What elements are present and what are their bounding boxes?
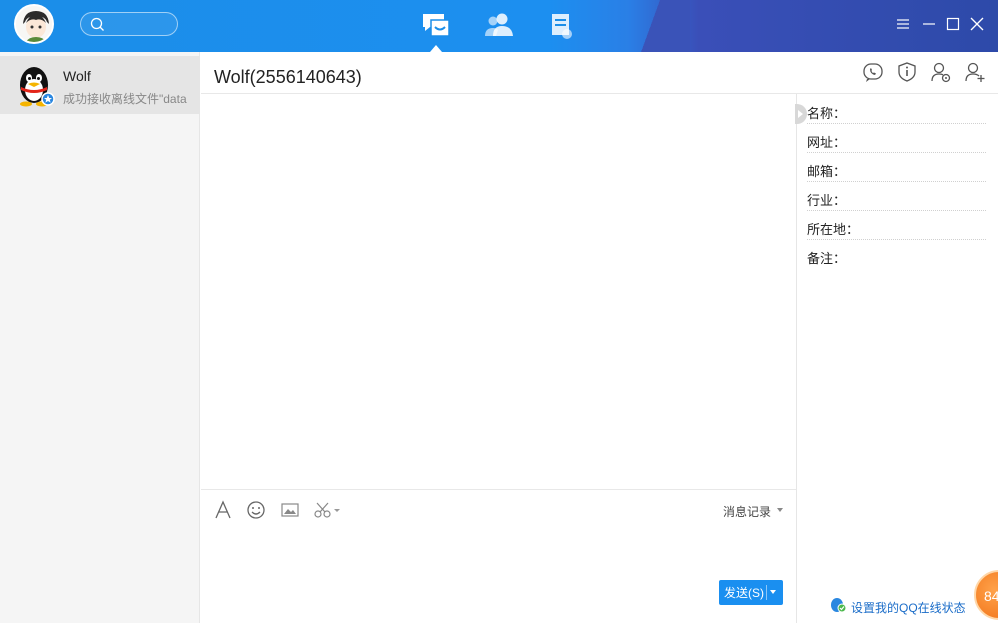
- contact-last-message: 成功接收离线文件"data: [63, 92, 187, 106]
- message-input[interactable]: [201, 525, 796, 575]
- badge-count: 84: [984, 588, 998, 604]
- maximize-button[interactable]: [944, 15, 962, 33]
- chevron-down-icon: [777, 508, 783, 512]
- message-area[interactable]: [201, 94, 796, 489]
- image-button[interactable]: [280, 500, 300, 520]
- font-icon: [215, 500, 231, 519]
- info-label: 备注：: [807, 251, 847, 266]
- font-button[interactable]: [213, 500, 233, 520]
- search-input[interactable]: [80, 12, 178, 36]
- conversation-list: Wolf 成功接收离线文件"data: [0, 52, 200, 623]
- menu-button[interactable]: [894, 15, 912, 33]
- info-label: 网址：: [807, 135, 847, 150]
- menu-icon: [897, 19, 909, 29]
- contact-name: Wolf: [63, 68, 91, 84]
- document-icon: [552, 14, 572, 39]
- info-label: 名称：: [807, 106, 847, 121]
- search-icon: [90, 17, 104, 31]
- list-item[interactable]: Wolf 成功接收离线文件"data: [0, 56, 200, 114]
- user-settings-icon: [931, 62, 951, 83]
- topbar-decoration: [620, 0, 690, 52]
- notification-badge[interactable]: 84: [974, 570, 998, 620]
- tab-groups[interactable]: [546, 10, 578, 42]
- info-label: 所在地：: [807, 222, 860, 237]
- info-row-email: 邮箱：: [807, 153, 986, 182]
- chat-title: Wolf(2556140643): [214, 67, 362, 87]
- user-avatar[interactable]: [14, 4, 54, 44]
- image-icon: [281, 503, 299, 517]
- scissors-icon: [314, 502, 340, 518]
- chat-bubble-icon: [423, 14, 450, 37]
- info-panel-divider: [796, 94, 797, 623]
- input-divider: [201, 489, 796, 490]
- add-user-icon: [965, 62, 985, 82]
- qq-penguin-icon: [20, 67, 55, 107]
- contact-avatar: [14, 63, 56, 107]
- send-divider: [766, 585, 767, 600]
- collapse-panel-button[interactable]: [795, 104, 807, 124]
- send-options-chevron-icon[interactable]: [770, 590, 776, 594]
- contacts-icon: [485, 13, 513, 36]
- minimize-button[interactable]: [920, 15, 938, 33]
- add-user-button[interactable]: [964, 61, 986, 83]
- send-button[interactable]: 发送(S): [719, 580, 783, 605]
- smiley-icon: [247, 501, 265, 519]
- minimize-icon: [923, 23, 935, 25]
- online-status-icon: [829, 597, 847, 613]
- info-row-remark: 备注：: [807, 240, 986, 269]
- emoji-button[interactable]: [246, 500, 266, 520]
- set-online-status-link[interactable]: 设置我的QQ在线状态: [851, 599, 966, 616]
- info-row-industry: 行业：: [807, 182, 986, 211]
- maximize-icon: [946, 17, 960, 31]
- shield-info-icon: [898, 62, 916, 82]
- tab-contacts[interactable]: [483, 10, 515, 42]
- tab-messages[interactable]: [420, 10, 452, 42]
- friend-settings-button[interactable]: [930, 61, 952, 83]
- active-tab-indicator: [430, 45, 442, 52]
- screenshot-button[interactable]: [313, 500, 343, 520]
- info-row-name: 名称：: [807, 95, 986, 124]
- info-row-location: 所在地：: [807, 211, 986, 240]
- security-button[interactable]: [896, 61, 918, 83]
- send-label: 发送(S): [724, 586, 764, 600]
- message-history-button[interactable]: 消息记录: [723, 503, 771, 520]
- phone-icon: [863, 63, 883, 82]
- info-label: 邮箱：: [807, 164, 847, 179]
- close-icon: [970, 17, 984, 31]
- info-label: 行业：: [807, 193, 847, 208]
- close-button[interactable]: [968, 15, 986, 33]
- voice-call-button[interactable]: [862, 61, 884, 83]
- info-row-website: 网址：: [807, 124, 986, 153]
